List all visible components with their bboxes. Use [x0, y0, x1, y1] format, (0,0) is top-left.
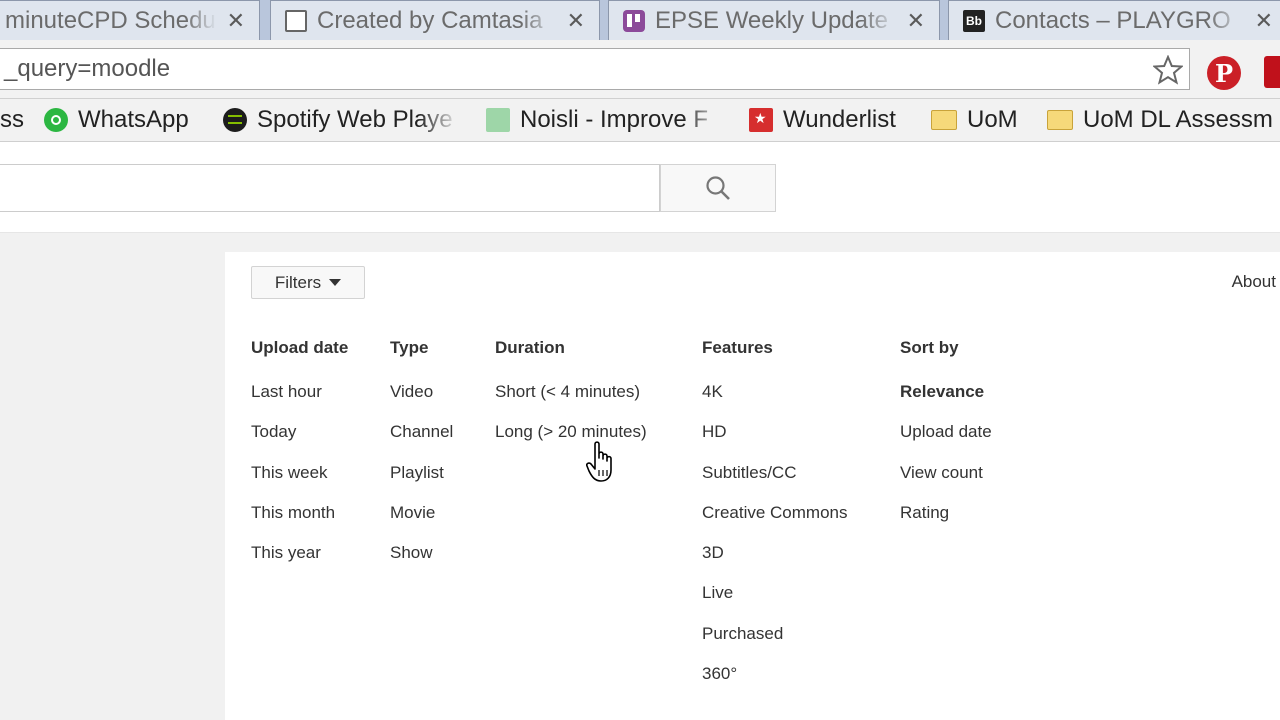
- filter-option[interactable]: Upload date: [900, 422, 992, 462]
- filter-column-upload-date: Upload date Last hour Today This week Th…: [251, 338, 348, 583]
- whatsapp-icon: [44, 108, 68, 132]
- trello-icon: [623, 9, 645, 32]
- filter-option[interactable]: This week: [251, 463, 348, 503]
- filter-option[interactable]: Live: [702, 583, 848, 623]
- filter-column-features: Features 4K HD Subtitles/CC Creative Com…: [702, 338, 848, 704]
- filter-option[interactable]: Video: [390, 382, 453, 422]
- filter-option[interactable]: 3D: [702, 543, 848, 583]
- close-icon[interactable]: ✕: [227, 9, 245, 32]
- close-icon[interactable]: ✕: [907, 9, 925, 32]
- filter-option[interactable]: Last hour: [251, 382, 348, 422]
- tab-1[interactable]: minuteCPD Schedu ✕: [0, 0, 260, 40]
- close-icon[interactable]: ✕: [1255, 9, 1273, 32]
- bookmark-label: Wunderlist: [783, 106, 896, 133]
- bookmark-folder-uom[interactable]: UoM: [931, 99, 1018, 141]
- filter-option[interactable]: View count: [900, 463, 992, 503]
- noisli-icon: [486, 108, 510, 132]
- bookmark-whatsapp[interactable]: WhatsApp: [44, 99, 189, 141]
- bookmark-label: UoM DL Assessm: [1083, 106, 1273, 133]
- filter-option[interactable]: Subtitles/CC: [702, 463, 848, 503]
- bookmark-spotify[interactable]: Spotify Web Playe: [223, 99, 459, 141]
- wunderlist-icon: [749, 108, 773, 132]
- filter-option[interactable]: Rating: [900, 503, 992, 543]
- tab-3[interactable]: EPSE Weekly Update ✕: [608, 0, 940, 40]
- tab-2[interactable]: Created by Camtasia ✕: [270, 0, 600, 40]
- blackboard-icon: Bb: [963, 9, 985, 32]
- bookmark-label: Noisli - Improve F: [520, 106, 709, 133]
- search-input[interactable]: [0, 164, 660, 212]
- filter-heading: Duration: [495, 338, 565, 357]
- tab-title: minuteCPD Schedu: [5, 6, 216, 34]
- filter-option[interactable]: Today: [251, 422, 348, 462]
- filter-option[interactable]: Purchased: [702, 624, 848, 664]
- search-button[interactable]: [660, 164, 776, 212]
- browser-toolbar: _query=moodle: [0, 40, 1280, 99]
- caret-down-icon: [329, 279, 342, 286]
- tab-title: Created by Camtasia: [317, 6, 543, 34]
- folder-icon: [1047, 110, 1073, 130]
- bookmark-wunderlist[interactable]: Wunderlist: [749, 99, 896, 141]
- bookmark-item[interactable]: ss: [0, 99, 24, 141]
- url-text: _query=moodle: [4, 55, 171, 82]
- bookmark-folder-uom-dl[interactable]: UoM DL Assessm: [1047, 99, 1273, 141]
- bookmark-label: ss: [0, 106, 24, 133]
- filter-option[interactable]: Show: [390, 543, 453, 583]
- filter-column-type: Type Video Channel Playlist Movie Show: [390, 338, 453, 583]
- filter-option[interactable]: This year: [251, 543, 348, 583]
- about-link[interactable]: About: [1232, 272, 1276, 292]
- sort-option-selected[interactable]: Relevance: [900, 382, 992, 422]
- filter-option[interactable]: This month: [251, 503, 348, 543]
- filter-column-duration: Duration Short (< 4 minutes) Long (> 20 …: [495, 338, 647, 463]
- search-filters-panel: Filters About Upload date Last hour Toda…: [225, 252, 1280, 720]
- filter-column-sort-by: Sort by Relevance Upload date View count…: [900, 338, 992, 543]
- tab-title: Contacts – PLAYGRO: [995, 6, 1231, 34]
- filter-option[interactable]: Movie: [390, 503, 453, 543]
- filters-button-label: Filters: [274, 272, 322, 292]
- tab-title: EPSE Weekly Update: [655, 6, 889, 34]
- bookmark-label: WhatsApp: [78, 106, 189, 133]
- filter-option[interactable]: Short (< 4 minutes): [495, 382, 647, 422]
- search-icon: [706, 176, 730, 200]
- bookmarks-bar: ss WhatsApp Spotify Web Playe Noisli - I…: [0, 99, 1280, 142]
- filter-option[interactable]: Playlist: [390, 463, 453, 503]
- filters-button[interactable]: Filters: [251, 266, 365, 299]
- pinterest-icon[interactable]: P: [1207, 56, 1241, 90]
- bookmark-noisli[interactable]: Noisli - Improve F: [486, 99, 724, 141]
- extension-icon[interactable]: [1264, 56, 1280, 88]
- document-icon: [285, 9, 307, 32]
- filter-heading: Sort by: [900, 338, 959, 357]
- spotify-icon: [223, 108, 247, 132]
- filter-option[interactable]: 4K: [702, 382, 848, 422]
- filter-option[interactable]: Long (> 20 minutes): [495, 422, 647, 462]
- filter-heading: Type: [390, 338, 429, 357]
- address-bar[interactable]: _query=moodle: [0, 48, 1190, 90]
- filter-heading: Upload date: [251, 338, 349, 357]
- filter-option[interactable]: 360°: [702, 664, 848, 704]
- filter-option[interactable]: Channel: [390, 422, 453, 462]
- bookmark-star-icon[interactable]: [1153, 55, 1183, 85]
- bookmark-label: UoM: [967, 106, 1018, 133]
- youtube-header: [0, 142, 1280, 233]
- tab-strip: minuteCPD Schedu ✕ Created by Camtasia ✕…: [0, 0, 1280, 40]
- filter-option[interactable]: Creative Commons: [702, 503, 848, 543]
- filter-heading: Features: [702, 338, 773, 357]
- tab-4[interactable]: Bb Contacts – PLAYGRO ✕: [948, 0, 1280, 40]
- close-icon[interactable]: ✕: [567, 9, 585, 32]
- filter-option[interactable]: HD: [702, 422, 848, 462]
- folder-icon: [931, 110, 957, 130]
- bookmark-label: Spotify Web Playe: [257, 106, 453, 133]
